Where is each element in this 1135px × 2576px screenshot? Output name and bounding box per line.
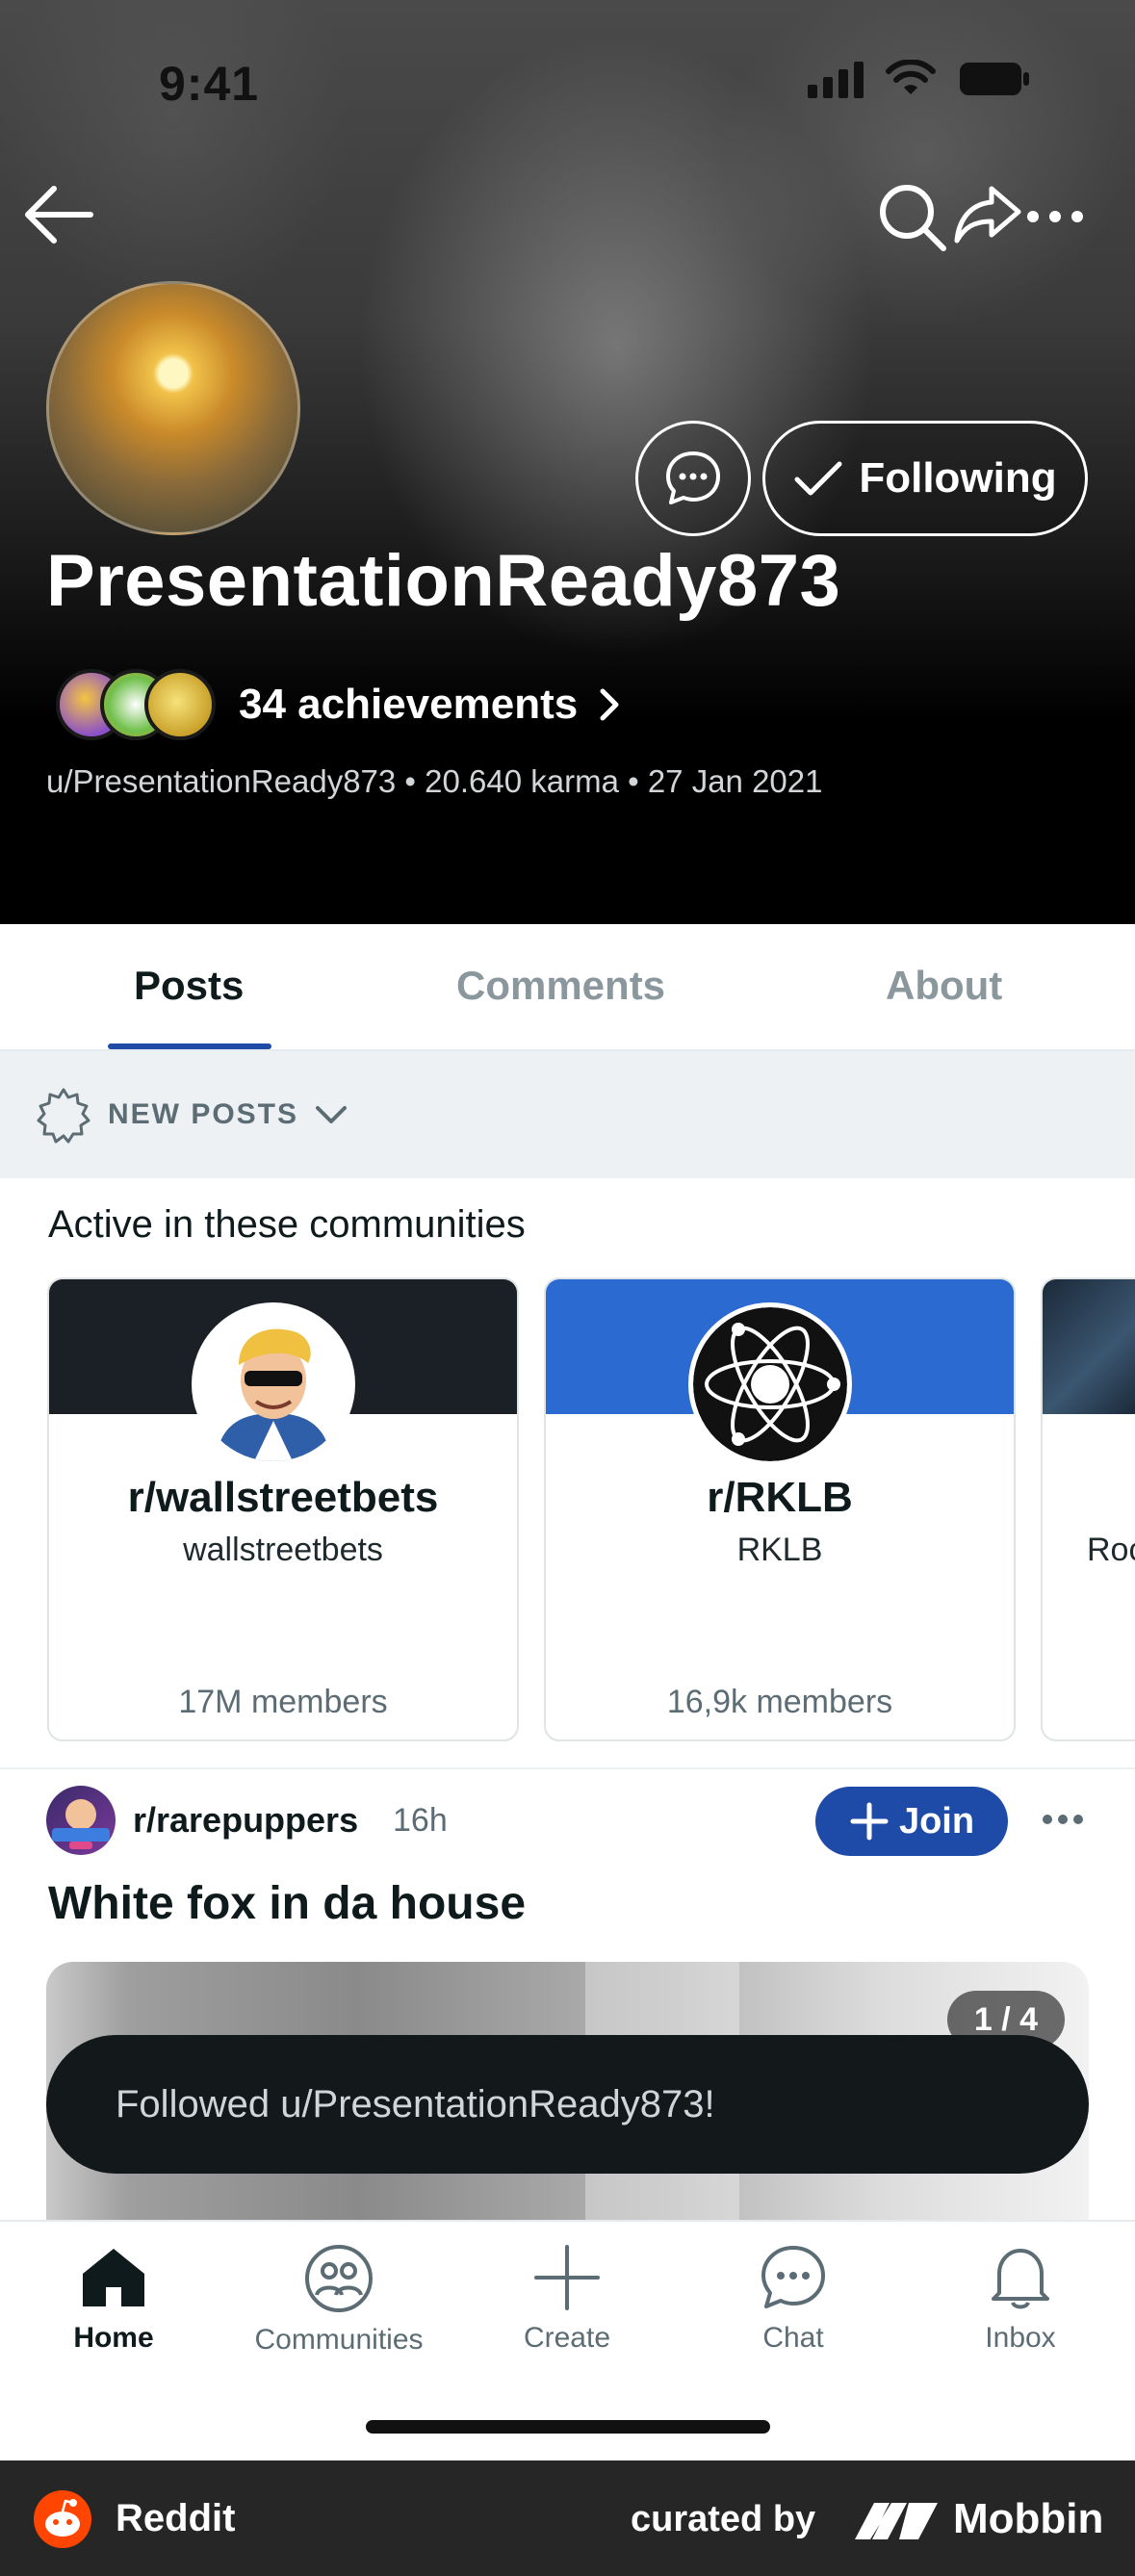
- bell-icon: [992, 2249, 1049, 2309]
- community-members: 16,9k members: [666, 1684, 893, 1720]
- join-button[interactable]: Join: [815, 1787, 1008, 1856]
- nav-home[interactable]: Home: [17, 2243, 210, 2355]
- tab-posts[interactable]: Posts: [134, 963, 244, 1009]
- community-banner: [1043, 1279, 1135, 1414]
- subreddit-logo-icon: [52, 1799, 110, 1849]
- nav-chat[interactable]: Chat: [697, 2243, 890, 2355]
- toast-notification: Followed u/PresentationReady873!: [46, 2035, 1089, 2174]
- start-chat-button[interactable]: [635, 421, 751, 536]
- home-icon: [83, 2249, 144, 2306]
- communities-section-title: Active in these communities: [48, 1203, 526, 1246]
- toast-message: Followed u/PresentationReady873!: [116, 2082, 715, 2125]
- chevron-down-icon: [316, 1106, 348, 1123]
- footer-brand: Mobbin: [953, 2495, 1104, 2542]
- join-label: Join: [898, 1800, 975, 1842]
- signal-icon: [808, 60, 864, 98]
- nav-label: Communities: [254, 2324, 424, 2356]
- post-time: 16h: [393, 1802, 448, 1839]
- atom-icon: [693, 1307, 847, 1461]
- community-avatar: [192, 1302, 355, 1466]
- profile-tabs: Posts Comments About: [0, 924, 1135, 1051]
- footer-app-name: Reddit: [116, 2497, 236, 2539]
- community-members: 17M members: [178, 1684, 388, 1720]
- nav-create[interactable]: Create: [471, 2243, 663, 2355]
- feed-divider: [0, 1767, 1135, 1769]
- community-subtitle: Roc: [1087, 1532, 1135, 1568]
- community-avatar: [688, 1302, 852, 1466]
- sort-label: NEW POSTS: [108, 1098, 299, 1130]
- profile-header: 9:41 Following PresentationReady873 34 a…: [0, 0, 1135, 924]
- community-subtitle: RKLB: [736, 1532, 823, 1568]
- back-arrow-icon[interactable]: [23, 181, 94, 248]
- profile-avatar: [46, 281, 300, 535]
- search-icon[interactable]: [876, 181, 949, 254]
- wsb-mascot-icon: [196, 1307, 350, 1461]
- profile-username: PresentationReady873: [46, 540, 841, 622]
- new-sparkle-icon: [37, 1088, 90, 1144]
- home-indicator: [366, 2420, 770, 2434]
- community-name: r/RKLB: [707, 1474, 853, 1521]
- plus-icon: [850, 1802, 889, 1841]
- subreddit-avatar[interactable]: [46, 1786, 116, 1855]
- share-icon[interactable]: [953, 183, 1022, 246]
- post-subreddit[interactable]: r/rarepuppers: [133, 1800, 358, 1841]
- nav-label: Inbox: [985, 2322, 1056, 2354]
- nav-label: Chat: [762, 2322, 824, 2354]
- nav-label: Home: [73, 2322, 154, 2354]
- footer-curated: curated by: [631, 2499, 816, 2539]
- community-card-wallstreetbets[interactable]: r/wallstreetbets wallstreetbets 17M memb…: [47, 1277, 519, 1741]
- tab-about[interactable]: About: [886, 963, 1002, 1009]
- status-time: 9:41: [159, 57, 260, 111]
- create-plus-icon: [534, 2245, 600, 2310]
- reddit-logo-icon: [34, 2490, 91, 2548]
- post-title[interactable]: White fox in da house: [48, 1877, 526, 1930]
- chevron-right-icon: [600, 688, 619, 721]
- achievements-link[interactable]: 34 achievements: [56, 669, 620, 740]
- more-options-icon[interactable]: [1026, 210, 1084, 223]
- tab-comments[interactable]: Comments: [456, 963, 665, 1009]
- community-name: r/wallstreetbets: [127, 1474, 439, 1521]
- checkmark-icon: [794, 461, 842, 496]
- post-more-icon[interactable]: [1042, 1814, 1084, 1825]
- battery-icon: [960, 63, 1029, 95]
- nav-inbox[interactable]: Inbox: [924, 2243, 1117, 2355]
- following-button[interactable]: Following: [762, 421, 1088, 536]
- mobbin-logo-icon: [855, 2503, 938, 2539]
- achievement-badge-icon: [144, 669, 216, 740]
- status-icons: [808, 60, 1031, 98]
- sort-selector[interactable]: NEW POSTS: [0, 1051, 1135, 1178]
- nav-communities[interactable]: Communities: [243, 2243, 435, 2357]
- community-card-rklb[interactable]: r/RKLB RKLB 16,9k members: [544, 1277, 1016, 1741]
- following-label: Following: [859, 454, 1057, 502]
- active-tab-indicator: [108, 1043, 271, 1049]
- profile-meta: u/PresentationReady873 • 20.640 karma • …: [46, 763, 823, 799]
- nav-label: Create: [523, 2322, 611, 2354]
- community-card-partial[interactable]: Roc: [1041, 1277, 1135, 1741]
- footer-bar: Reddit curated by Mobbin: [0, 2460, 1135, 2576]
- achievements-label: 34 achievements: [239, 681, 579, 728]
- chat-icon: [666, 451, 720, 504]
- communities-icon: [305, 2245, 373, 2312]
- chat-bubble-icon: [761, 2246, 825, 2308]
- wifi-icon: [886, 60, 936, 94]
- community-subtitle: wallstreetbets: [183, 1532, 383, 1568]
